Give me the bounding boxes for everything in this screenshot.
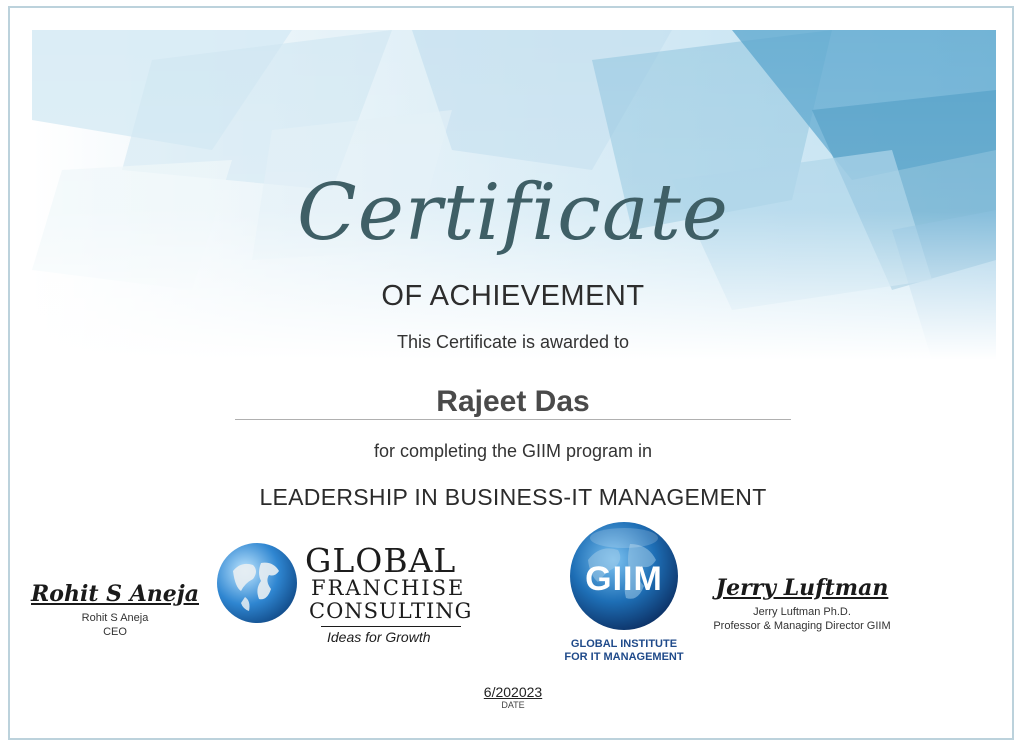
- right-signature: Jerry Luftman: [715, 575, 889, 601]
- program-name: LEADERSHIP IN BUSINESS-IT MANAGEMENT: [259, 484, 767, 510]
- date-block: 6/202023 DATE: [463, 684, 563, 710]
- gfc-logo: GLOBAL FRANCHISE CONSULTING Ideas for Gr…: [215, 536, 475, 646]
- gfc-line1: GLOBAL: [305, 541, 457, 580]
- date-value: 6/202023: [483, 684, 543, 700]
- right-signatory-name: Jerry Luftman Ph.D.: [753, 606, 851, 618]
- left-signatory: Rohit S Aneja Rohit S Aneja CEO: [30, 581, 200, 639]
- recipient-underline: [235, 419, 791, 420]
- left-signature: Rohit S Aneja: [31, 581, 199, 607]
- gfc-tagline: Ideas for Growth: [327, 629, 431, 645]
- left-signatory-role: CEO: [103, 626, 127, 638]
- giim-badge-text: GIIM: [585, 560, 663, 598]
- recipient-name: Rajeet Das: [436, 385, 590, 418]
- date-label: DATE: [501, 700, 525, 710]
- gfc-divider: [321, 626, 461, 627]
- gfc-line2: FRANCHISE: [311, 576, 466, 600]
- certificate-subtitle: OF ACHIEVEMENT: [381, 280, 645, 312]
- globe-icon: [217, 543, 297, 623]
- giim-caption-line2: FOR IT MANAGEMENT: [564, 651, 684, 663]
- certificate-title: Certificate: [297, 168, 729, 258]
- giim-logo: GIIM GLOBAL INSTITUTE FOR IT MANAGEMENT: [558, 520, 688, 670]
- right-signatory-role: Professor & Managing Director GIIM: [713, 620, 891, 632]
- left-signatory-name: Rohit S Aneja: [81, 612, 149, 624]
- certificate-frame: Certificate OF ACHIEVEMENT This Certific…: [8, 6, 1014, 740]
- completion-text: for completing the GIIM program in: [373, 441, 653, 461]
- awarded-text: This Certificate is awarded to: [396, 332, 630, 352]
- right-signatory: Jerry Luftman Jerry Luftman Ph.D. Profes…: [692, 575, 912, 633]
- giim-caption-line1: GLOBAL INSTITUTE: [570, 638, 678, 650]
- gfc-line3: CONSULTING: [309, 599, 473, 623]
